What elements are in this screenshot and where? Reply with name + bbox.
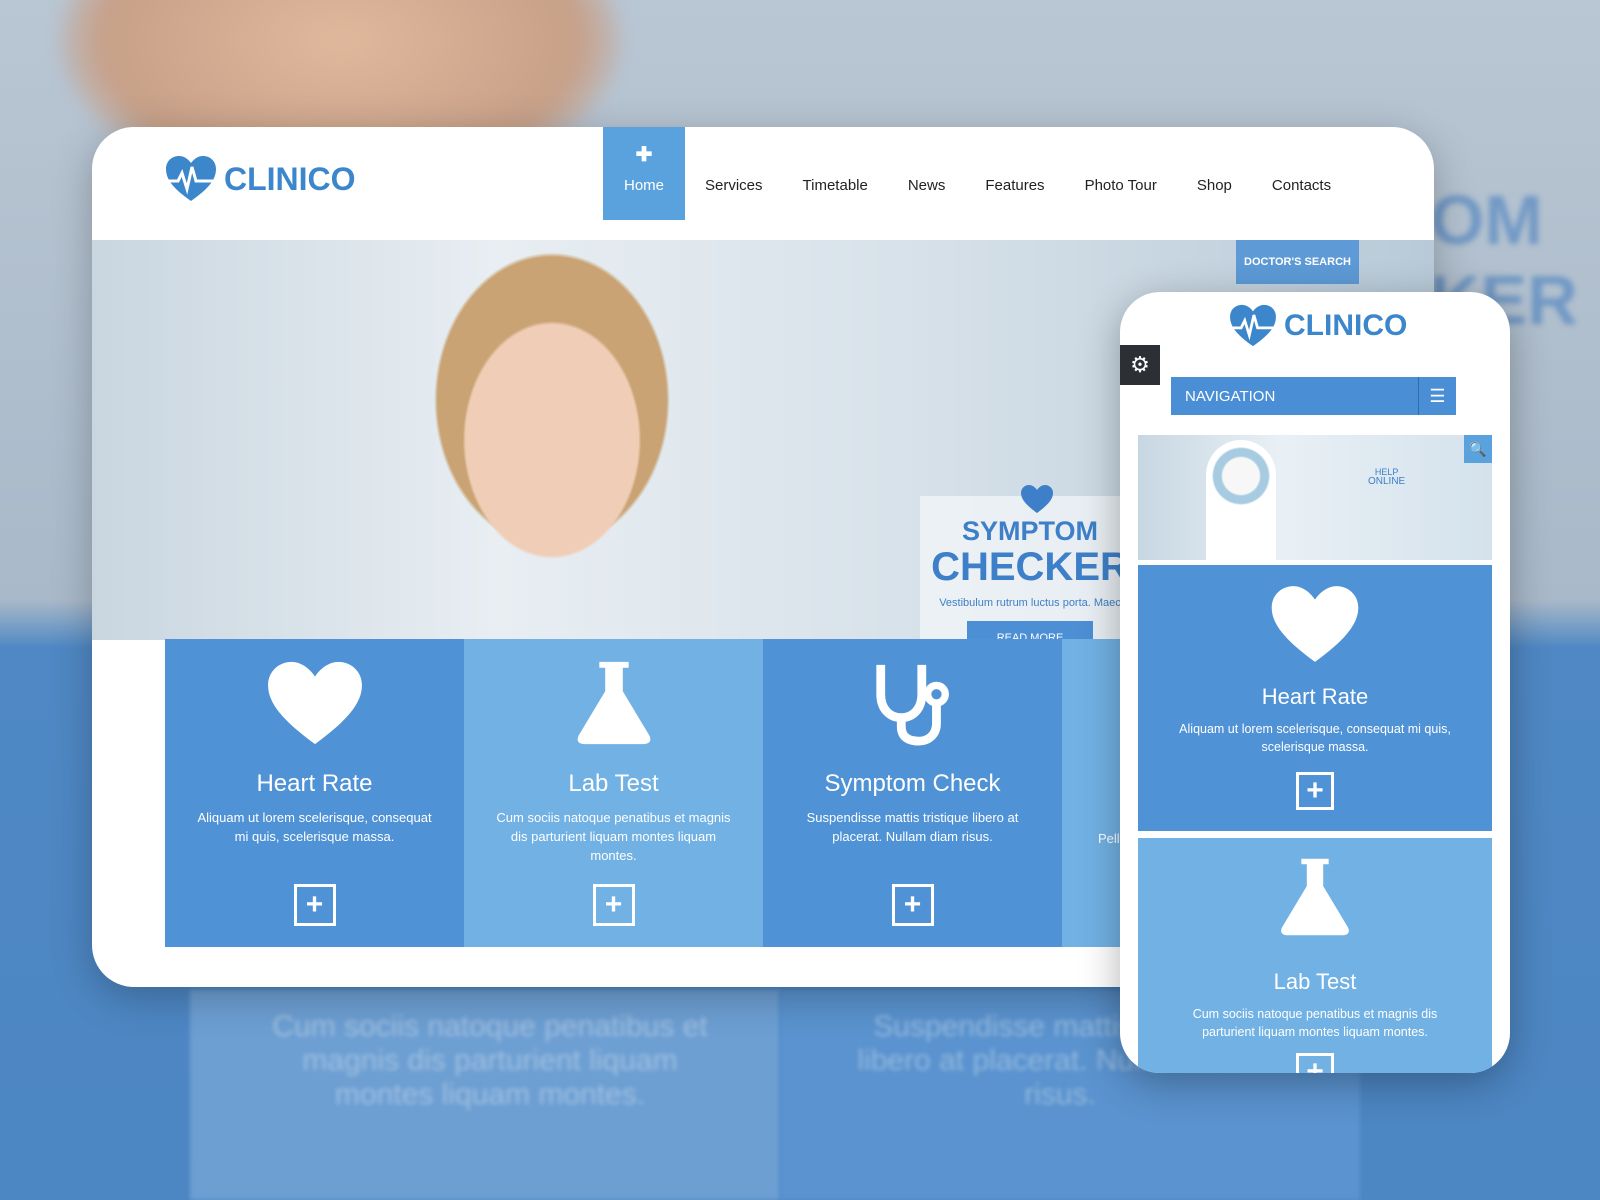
hero-title-line2: CHECKER — [931, 545, 1129, 589]
brand-name: CLINICO — [1284, 309, 1408, 342]
heart-icon — [1021, 485, 1053, 513]
main-nav: ✚ Home Services Timetable News Features P… — [603, 127, 1351, 220]
feature-text: Cum sociis natoque penatibus et magnis d… — [1192, 1007, 1438, 1039]
brand-name: CLINICO — [224, 160, 356, 197]
nav-timetable[interactable]: Timetable — [783, 127, 888, 220]
mobile-navigation-toggle[interactable]: NAVIGATION ☰ — [1171, 377, 1456, 415]
flask-icon — [1281, 858, 1349, 936]
hero-text: Vestibulum rutrum luctus porta. Maec — [939, 597, 1121, 609]
plus-button[interactable]: + — [592, 884, 635, 926]
doctor-photo — [392, 240, 712, 640]
mobile-feature-lab-test: Lab Test Cum sociis natoque penatibus et… — [1138, 838, 1492, 1073]
nav-news[interactable]: News — [888, 127, 966, 220]
plus-button[interactable]: + — [1296, 1053, 1334, 1073]
nav-shop[interactable]: Shop — [1177, 127, 1252, 220]
feature-text: Aliquam ut lorem scelerisque, consequat … — [197, 810, 432, 844]
doctors-search-tab[interactable]: DOCTOR'S SEARCH — [1236, 240, 1359, 284]
plus-button[interactable]: + — [891, 884, 934, 926]
bg-text: Cum sociis natoque penatibus et magnis d… — [272, 1010, 708, 1111]
feature-title: Lab Test — [568, 770, 659, 797]
feature-panels: Heart Rate Aliquam ut lorem scelerisque,… — [165, 639, 1182, 947]
nav-features[interactable]: Features — [965, 127, 1064, 220]
feature-title: Heart Rate — [256, 770, 373, 797]
heart-pulse-icon — [1230, 304, 1276, 347]
feature-text: Aliquam ut lorem scelerisque, consequat … — [1179, 722, 1451, 754]
plus-button[interactable]: + — [1296, 772, 1334, 810]
nav-label: Home — [623, 177, 664, 194]
stethoscope-icon — [875, 664, 949, 746]
mobile-mockup: CLINICO ⚙ NAVIGATION ☰ HELP ONLINE 🔍 Hear… — [1120, 292, 1510, 1073]
feature-text: Cum sociis natoque penatibus et magnis d… — [496, 810, 731, 863]
logo[interactable]: CLINICO — [164, 155, 356, 203]
heart-icon — [1271, 586, 1359, 662]
feature-title: Symptom Check — [824, 770, 1001, 797]
mobile-hero-image: HELP ONLINE 🔍 — [1138, 435, 1492, 560]
flask-icon — [577, 661, 650, 745]
nav-services[interactable]: Services — [685, 127, 783, 220]
plus-button[interactable]: + — [293, 884, 336, 926]
feature-heart-rate: Heart Rate Aliquam ut lorem scelerisque,… — [165, 639, 464, 947]
hero-title-line1: SYMPTOM — [961, 516, 1098, 546]
feature-text: Suspendisse mattis tristique libero at p… — [806, 810, 1019, 844]
mobile-logo[interactable]: CLINICO — [1228, 304, 1407, 348]
help-online-text: HELP ONLINE — [1368, 467, 1406, 487]
hamburger-menu-icon[interactable]: ☰ — [1418, 377, 1456, 415]
feature-title: Lab Test — [1273, 969, 1357, 994]
heart-icon — [267, 661, 362, 745]
navigation-label: NAVIGATION — [1185, 387, 1276, 405]
heart-pulse-icon — [166, 156, 216, 201]
mobile-feature-heart-rate: Heart Rate Aliquam ut lorem scelerisque,… — [1138, 565, 1492, 831]
feature-symptom-check: Symptom Check Suspendisse mattis tristiq… — [763, 639, 1062, 947]
settings-gear-icon[interactable]: ⚙ — [1120, 345, 1160, 385]
nav-contacts[interactable]: Contacts — [1252, 127, 1351, 220]
plus-icon: ✚ — [635, 144, 653, 166]
feature-title: Heart Rate — [1261, 684, 1369, 709]
search-icon[interactable]: 🔍 — [1464, 435, 1492, 463]
nav-photo-tour[interactable]: Photo Tour — [1065, 127, 1177, 220]
feature-lab-test: Lab Test Cum sociis natoque penatibus et… — [464, 639, 763, 947]
nav-home[interactable]: ✚ Home — [603, 127, 685, 220]
